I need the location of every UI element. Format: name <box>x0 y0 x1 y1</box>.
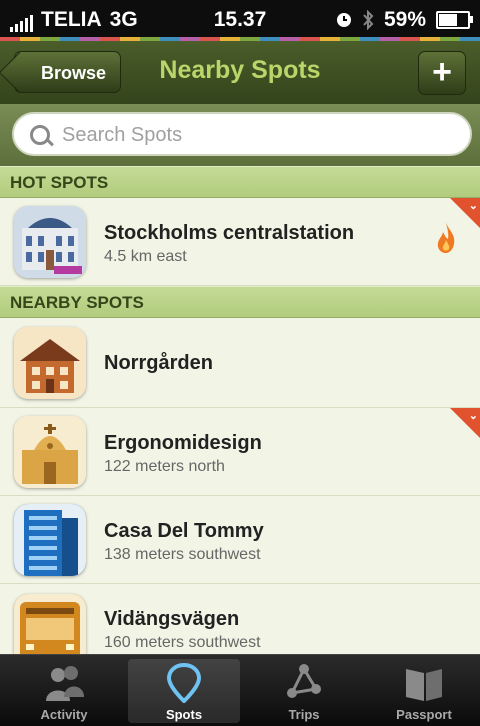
page-title: Nearby Spots <box>159 56 321 84</box>
spot-distance: 138 meters southwest <box>104 546 261 563</box>
search-input[interactable] <box>60 120 454 150</box>
new-badge-icon: ⌄ <box>450 408 480 438</box>
navigation-bar: Browse Nearby Spots + <box>0 41 480 104</box>
location-pin-icon <box>166 663 202 703</box>
tab-spots[interactable]: Spots <box>128 659 240 723</box>
list-item[interactable]: Norrgården <box>0 318 480 408</box>
chapel-icon <box>14 416 86 488</box>
tab-label: Trips <box>288 707 320 722</box>
status-right: 59% <box>336 8 473 32</box>
spot-name: Stockholms centralstation <box>104 222 355 244</box>
tab-label: Spots <box>165 707 203 722</box>
alarm-clock-icon <box>336 13 351 27</box>
list-item[interactable]: Ergonomidesign 122 meters north ⌄ <box>0 408 480 496</box>
tab-passport[interactable]: Passport <box>368 659 480 723</box>
people-icon <box>46 666 84 701</box>
battery-percent: 59% <box>383 8 426 31</box>
spot-distance: 122 meters north <box>104 458 225 475</box>
book-icon <box>406 669 442 701</box>
search-field[interactable] <box>12 112 472 156</box>
list-item[interactable]: Casa Del Tommy 138 meters southwest <box>0 496 480 584</box>
spot-name: Norrgården <box>104 352 213 374</box>
trip-nodes-icon <box>287 664 321 698</box>
station-building-icon <box>14 206 86 278</box>
house-icon <box>14 327 86 399</box>
section-header-hot-spots: HOT SPOTS <box>0 166 480 198</box>
tab-activity[interactable]: Activity <box>8 659 120 723</box>
tab-label: Passport <box>396 707 452 722</box>
status-bar: TELIA 3G 15.37 59% <box>0 0 480 40</box>
add-spot-button[interactable]: + <box>418 51 466 95</box>
section-header-nearby-spots: NEARBY SPOTS <box>0 286 480 318</box>
spot-name: Casa Del Tommy <box>104 520 264 542</box>
office-building-icon <box>14 504 86 576</box>
battery-icon <box>436 11 473 29</box>
search-icon <box>30 125 50 145</box>
spot-distance: 160 meters southwest <box>104 634 261 651</box>
spot-name: Vidängsvägen <box>104 608 240 630</box>
spot-distance: 4.5 km east <box>104 248 187 265</box>
list-item[interactable]: Stockholms centralstation 4.5 km east ⌄ <box>0 198 480 286</box>
tab-trips[interactable]: Trips <box>248 659 360 723</box>
search-bar <box>0 104 480 166</box>
tab-label: Activity <box>40 707 88 722</box>
tab-bar: Activity Spots Trips Passport <box>0 654 480 726</box>
spot-name: Ergonomidesign <box>104 432 262 454</box>
new-badge-icon: ⌄ <box>450 198 480 228</box>
bluetooth-icon <box>363 10 374 30</box>
